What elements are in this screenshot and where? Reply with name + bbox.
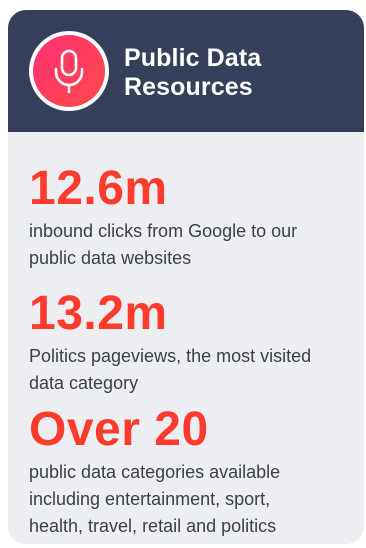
stat-description: inbound clicks from Google to our public… bbox=[29, 218, 359, 272]
stat-description-line: Politics pageviews, the most visited bbox=[29, 346, 312, 366]
stat-value: Over 20 bbox=[29, 403, 209, 456]
stat-description: Politics pageviews, the most visited dat… bbox=[29, 343, 359, 397]
card-title-line-2: Resources bbox=[124, 73, 253, 101]
stat-politics-pageviews: 13.2m Politics pageviews, the most visit… bbox=[29, 289, 359, 397]
stat-description-line: data category bbox=[29, 373, 139, 393]
stat-data-categories: Over 20 public data categories available… bbox=[29, 405, 359, 540]
icon-badge bbox=[29, 31, 109, 111]
microphone-icon bbox=[33, 35, 105, 107]
stat-description-line: public data websites bbox=[29, 248, 192, 268]
stat-description-line: inbound clicks from Google to our bbox=[29, 221, 298, 241]
stat-value: 12.6m bbox=[29, 162, 168, 215]
stat-description-line: health, travel, retail and politics bbox=[29, 516, 277, 536]
card-title: Public Data Resources bbox=[124, 44, 354, 102]
card-title-line-1: Public Data bbox=[124, 44, 262, 72]
stat-inbound-clicks: 12.6m inbound clicks from Google to our … bbox=[29, 164, 359, 272]
stat-value: 13.2m bbox=[29, 287, 168, 340]
card-header: Public Data Resources bbox=[8, 10, 364, 132]
stat-description-line: including entertainment, sport, bbox=[29, 489, 271, 509]
public-data-card: Public Data Resources 12.6m inbound clic… bbox=[8, 10, 364, 544]
stat-description: public data categories available includi… bbox=[29, 459, 359, 540]
stat-description-line: public data categories available bbox=[29, 462, 281, 482]
